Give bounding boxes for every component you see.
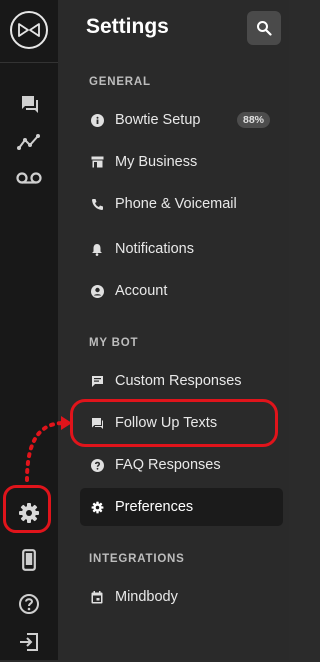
annotation-arrow — [25, 416, 72, 482]
